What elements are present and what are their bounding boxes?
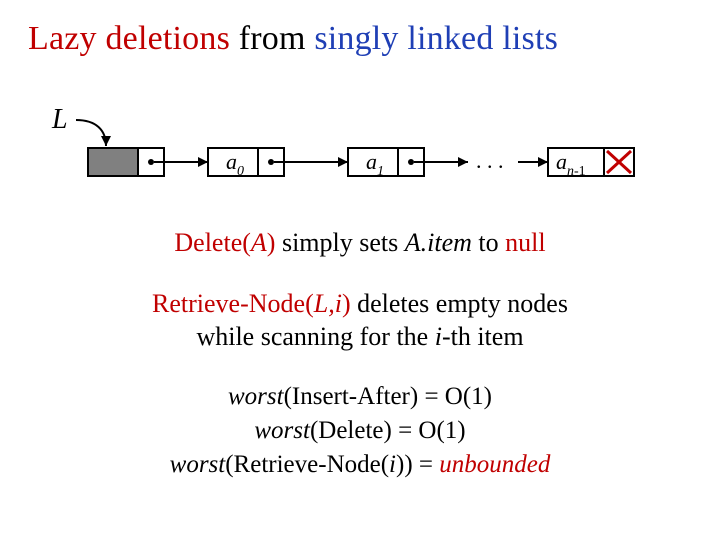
slide-title: Lazy deletions from singly linked lists xyxy=(0,20,720,58)
delete-line: Delete(A) simply sets A.item to null xyxy=(0,228,720,258)
retrieve-text-3: -th item xyxy=(442,322,524,351)
retrieve-line: Retrieve-Node(L,i) deletes empty nodes w… xyxy=(0,288,720,353)
arrow-L-to-head xyxy=(76,120,106,146)
retrieve-text-2: while scanning for the xyxy=(196,322,434,351)
title-part-2: from xyxy=(230,20,314,57)
worst-retrieve: worst(Retrieve-Node(i)) = unbounded xyxy=(0,448,720,482)
complexity-block: worst(Insert-After) = O(1) worst(Delete)… xyxy=(0,380,720,481)
A-item: A.item xyxy=(405,228,472,257)
arrowhead-1 xyxy=(198,157,208,167)
ellipsis: . . . xyxy=(476,148,504,173)
null-word: null xyxy=(505,228,545,257)
arrowhead-3 xyxy=(458,157,468,167)
worst-delete: worst(Delete) = O(1) xyxy=(0,414,720,448)
title-part-1: Lazy deletions xyxy=(28,20,230,57)
retrieve-fn: Retrieve-Node(L,i) xyxy=(152,289,351,318)
worst-insert: worst(Insert-After) = O(1) xyxy=(0,380,720,414)
delete-fn: Delete(A) xyxy=(174,228,275,257)
retrieve-text-1: deletes empty nodes xyxy=(351,289,568,318)
node-a1 xyxy=(348,148,424,176)
node-a0 xyxy=(208,148,284,176)
arrow-L-head xyxy=(101,136,111,146)
title-part-3: singly linked lists xyxy=(314,20,558,57)
delete-text-2: to xyxy=(472,228,505,257)
node-head xyxy=(88,148,164,176)
delete-text-1: simply sets xyxy=(275,228,404,257)
slide: Lazy deletions from singly linked lists … xyxy=(0,0,720,540)
arrowhead-4 xyxy=(538,157,548,167)
i-var: i xyxy=(435,322,442,351)
arrowhead-2 xyxy=(338,157,348,167)
linked-list-diagram: a0 a1 . . . an-1 xyxy=(48,112,688,192)
